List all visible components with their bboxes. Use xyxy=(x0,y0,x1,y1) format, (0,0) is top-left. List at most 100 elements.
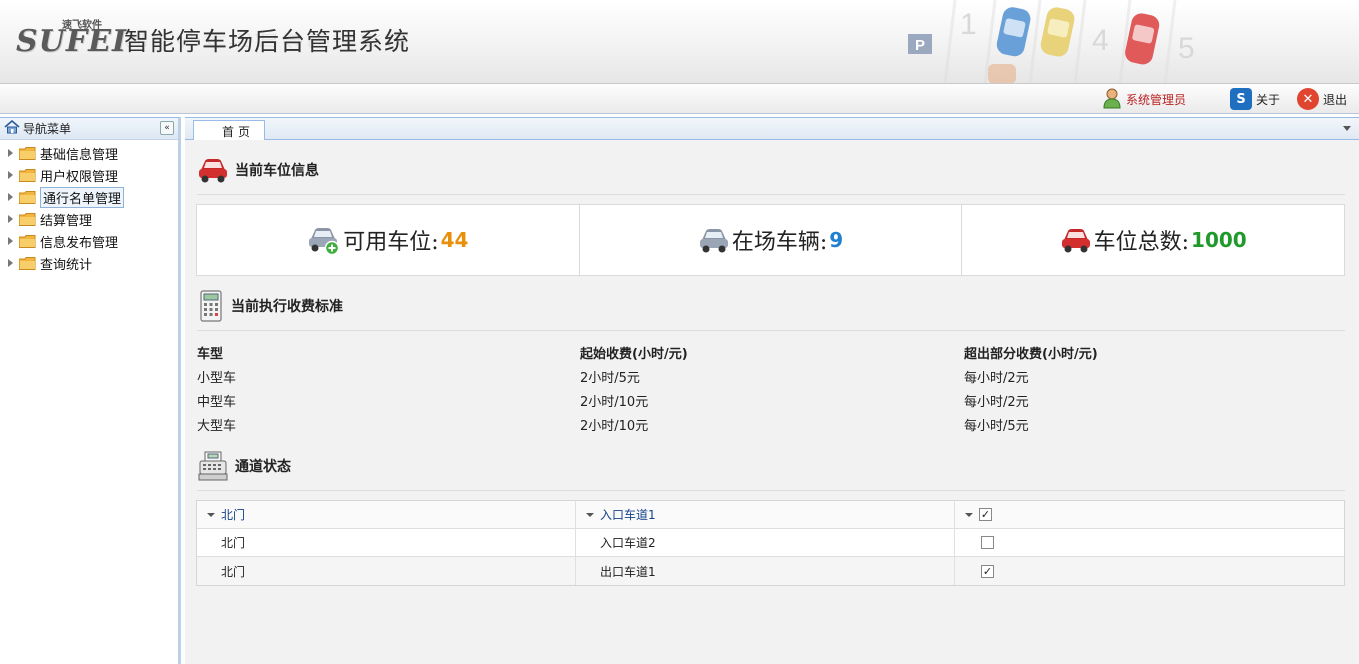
table-row[interactable]: 北门 出口车道1 ✓ xyxy=(197,557,1344,585)
chevron-down-icon[interactable] xyxy=(586,512,594,517)
top-toolbar: 系统管理员 S 关于 ✕ 退出 xyxy=(0,84,1359,114)
nav-item-label: 基础信息管理 xyxy=(40,147,119,163)
collapse-sidebar-button[interactable]: « xyxy=(160,121,174,135)
deco-digit-1: 1 xyxy=(960,8,977,41)
table-row: 大型车 2小时/10元 每小时/5元 xyxy=(197,412,1347,436)
deco-digit-5: 5 xyxy=(1178,32,1195,65)
table-row-group[interactable]: 北门 入口车道1 ✓ xyxy=(197,501,1344,529)
fee-table-header: 车型 起始收费(小时/元) 超出部分收费(小时/元) xyxy=(197,340,1347,364)
parking-lot-decoration: P 1 4 5 xyxy=(908,0,1195,83)
nav-item-pass-list[interactable]: 通行名单管理 xyxy=(0,186,178,208)
current-user-label: 系统管理员 xyxy=(1126,92,1187,107)
present-value: 9 xyxy=(829,228,844,252)
nav-item-label: 通行名单管理 xyxy=(40,186,125,208)
sidebar-title: 导航菜单 xyxy=(23,122,72,136)
gate-name: 北门 xyxy=(221,536,246,550)
col-extra-fee: 超出部分收费(小时/元) xyxy=(964,346,1098,362)
tab-home[interactable]: 首页 xyxy=(193,120,266,141)
divider xyxy=(197,490,1345,491)
current-user[interactable]: 系统管理员 xyxy=(1102,87,1186,111)
fee-standard-title: 当前执行收费标准 xyxy=(197,290,343,322)
channel-status-title-text: 通道状态 xyxy=(235,459,291,475)
nav-item-settlement[interactable]: 结算管理 xyxy=(0,208,178,230)
extra-fee: 每小时/2元 xyxy=(964,394,1029,410)
gate-cell: 北门 xyxy=(197,557,576,585)
parking-info-title: 当前车位信息 xyxy=(197,156,319,184)
table-row: 小型车 2小时/5元 每小时/2元 xyxy=(197,364,1347,388)
user-icon xyxy=(1102,87,1122,112)
folder-icon xyxy=(19,146,36,160)
logo-subtext: 速飞软件 xyxy=(62,20,102,31)
nav-item-label: 结算管理 xyxy=(40,213,93,229)
lane-status-checkbox[interactable]: ✓ xyxy=(981,564,994,578)
chevron-down-icon[interactable] xyxy=(965,512,973,517)
lane-cell: 入口车道2 xyxy=(576,529,955,556)
yellow-car-icon xyxy=(1040,7,1075,57)
nav-item-label: 信息发布管理 xyxy=(40,235,119,251)
nav-item-label: 用户权限管理 xyxy=(40,169,119,185)
sufei-logo: SUFEI 速飞软件 xyxy=(16,18,126,60)
expand-arrow-icon[interactable] xyxy=(8,171,13,179)
deco-digit-4: 4 xyxy=(1092,24,1109,57)
chevron-down-icon[interactable] xyxy=(207,512,215,517)
lane-name: 入口车道1 xyxy=(600,508,656,522)
gate-cell: 北门 xyxy=(197,529,576,556)
lane-status-checkbox[interactable]: ✓ xyxy=(979,508,992,521)
about-label: 关于 xyxy=(1256,92,1281,107)
red-car-icon xyxy=(1061,229,1090,253)
nav-item-info-publish[interactable]: 信息发布管理 xyxy=(0,230,178,252)
red-car-icon xyxy=(199,159,227,183)
nav-item-user-permissions[interactable]: 用户权限管理 xyxy=(0,164,178,186)
navigation-sidebar: 导航菜单 « 基础信息管理 用户权限管理 通行名单管理 结算管理 信息发布管理 xyxy=(0,117,181,664)
expand-arrow-icon[interactable] xyxy=(8,215,13,223)
expand-arrow-icon[interactable] xyxy=(8,259,13,267)
vehicle-type: 小型车 xyxy=(197,370,237,386)
lane-status-checkbox[interactable] xyxy=(981,536,994,549)
start-fee: 2小时/10元 xyxy=(580,394,649,410)
divider xyxy=(197,194,1345,195)
exit-button[interactable]: ✕ 退出 xyxy=(1297,87,1347,111)
tab-bar: 首页 xyxy=(185,117,1359,141)
start-fee: 2小时/5元 xyxy=(580,370,640,386)
col-start-fee: 起始收费(小时/元) xyxy=(580,346,688,362)
status-cell: ✓ xyxy=(955,501,1344,528)
lane-name: 出口车道1 xyxy=(600,564,656,579)
parking-info-title-text: 当前车位信息 xyxy=(235,163,319,179)
gate-name: 北门 xyxy=(221,508,246,522)
nav-item-basic-info[interactable]: 基础信息管理 xyxy=(0,142,178,164)
app-title-reflection: 智能停车场后台管理系统 xyxy=(124,31,411,49)
nav-item-query-stats[interactable]: 查询统计 xyxy=(0,252,178,274)
divider xyxy=(197,330,1345,331)
sidebar-header: 导航菜单 « xyxy=(0,118,178,140)
parking-stats: 可用车位: 44 在场车辆: 9 车位总数: 1000 xyxy=(196,204,1345,276)
fee-table: 车型 起始收费(小时/元) 超出部分收费(小时/元) 小型车 2小时/5元 每小… xyxy=(197,340,1347,436)
expand-arrow-icon[interactable] xyxy=(8,193,13,201)
channel-grid: 北门 入口车道1 ✓ 北门 入口车道2 北门 出口车道1 ✓ xyxy=(196,500,1345,586)
home-panel: 当前车位信息 可用车位: 44 在场车辆: 9 车位总数: 1000 当前执行收… xyxy=(185,140,1359,664)
parking-sign-letter: P xyxy=(915,37,925,54)
expand-arrow-icon[interactable] xyxy=(8,149,13,157)
present-vehicles: 在场车辆: 9 xyxy=(580,205,963,275)
fee-standard-title-text: 当前执行收费标准 xyxy=(231,299,343,315)
tab-menu-dropdown-icon[interactable] xyxy=(1343,126,1351,131)
lane-cell: 出口车道1 xyxy=(576,557,955,585)
car-add-icon xyxy=(309,228,340,255)
status-cell xyxy=(955,529,1344,556)
table-row[interactable]: 北门 入口车道2 xyxy=(197,529,1344,557)
expand-arrow-icon[interactable] xyxy=(8,237,13,245)
total-label: 车位总数: xyxy=(1093,230,1190,255)
status-cell: ✓ xyxy=(955,557,1344,585)
total-value: 1000 xyxy=(1191,228,1247,252)
about-button[interactable]: S 关于 xyxy=(1230,87,1280,111)
home-icon xyxy=(4,119,20,137)
folder-icon xyxy=(19,168,36,182)
available-label: 可用车位: xyxy=(343,230,439,255)
gate-cell: 北门 xyxy=(197,501,576,528)
sufei-s-icon: S xyxy=(1230,88,1252,110)
tab-home-label: 首页 xyxy=(222,124,255,139)
extra-fee: 每小时/5元 xyxy=(964,418,1029,434)
start-fee: 2小时/10元 xyxy=(580,418,649,434)
col-vehicle-type: 车型 xyxy=(197,346,224,362)
table-row: 中型车 2小时/10元 每小时/2元 xyxy=(197,388,1347,412)
channel-status-title: 通道状态 xyxy=(197,450,291,482)
